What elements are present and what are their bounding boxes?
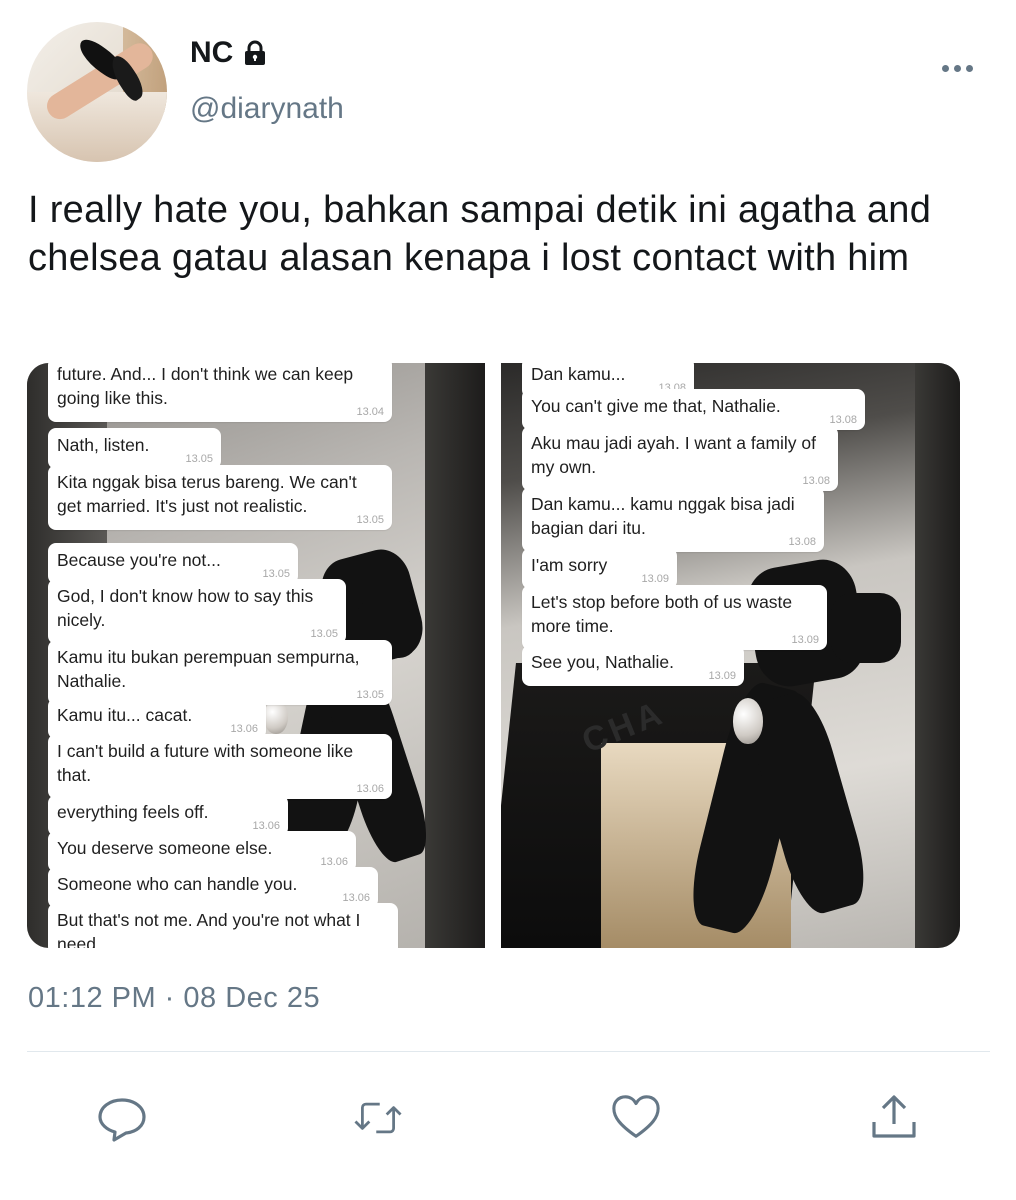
chat-message: Someone who can handle you. 13.06 [48, 867, 378, 908]
chat-message: Kamu itu bukan perempuan sempurna, Natha… [48, 640, 392, 705]
chat-message-text: Because you're not... [57, 550, 221, 570]
heart-icon[interactable] [610, 1092, 662, 1144]
user-handle[interactable]: @diarynath [190, 92, 344, 126]
chat-message-text: You can't give me that, Nathalie. [531, 396, 781, 416]
reply-icon[interactable] [96, 1092, 148, 1144]
chat-message-time: 13.05 [356, 514, 384, 526]
chat-message-time: 13.09 [791, 634, 819, 646]
chat-message-text: See you, Nathalie. [531, 652, 675, 672]
chat-message-text: God, I don't know how to say this nicely… [57, 586, 314, 630]
chat-message: Let's stop before both of us waste more … [522, 585, 827, 650]
chat-message: I can't build a future with someone like… [48, 734, 392, 799]
tweet-timestamp[interactable]: 01:12 PM · 08 Dec 25 [28, 982, 320, 1015]
chat-message-text: But that's not me. And you're not what I… [57, 910, 361, 948]
chat-screenshot-right[interactable]: CHA Dan kamu... 13.08 You can't give me th… [501, 363, 960, 948]
tweet-actions [0, 1092, 1016, 1144]
chat-message-text: Dan kamu... [531, 364, 626, 384]
chat-message: You can't give me that, Nathalie. 13.08 [522, 389, 865, 430]
chat-message: future. And... I don't think we can keep… [48, 363, 392, 422]
chat-message: Nath, listen. 13.05 [48, 428, 221, 469]
chat-message-text: Kita nggak bisa terus bareng. We can't g… [57, 472, 357, 516]
chat-message-time: 13.04 [356, 406, 384, 418]
chat-message-time: 13.08 [788, 536, 816, 548]
user-name-row[interactable]: NC [190, 36, 269, 70]
chat-message-text: everything feels off. [57, 802, 209, 822]
chat-message: You deserve someone else. 13.06 [48, 831, 356, 872]
chat-message-text: future. And... I don't think we can keep… [57, 364, 354, 408]
chat-message-time: 13.09 [708, 670, 736, 682]
chat-message-time: 13.08 [829, 414, 857, 426]
chat-message-text: You deserve someone else. [57, 838, 273, 858]
chat-message-text: Kamu itu... cacat. [57, 705, 193, 725]
lock-icon [241, 39, 269, 67]
chat-screenshot-left[interactable]: future. And... I don't think we can keep… [27, 363, 485, 948]
tweet-text: I really hate you, bahkan sampai detik i… [28, 189, 932, 279]
share-icon[interactable] [868, 1092, 920, 1144]
divider [27, 1051, 990, 1052]
chat-message-text: Let's stop before both of us waste more … [531, 592, 793, 636]
chat-message-time: 13.05 [356, 689, 384, 701]
chat-message: Kamu itu... cacat. 13.06 [48, 698, 266, 739]
chat-message: God, I don't know how to say this nicely… [48, 579, 346, 644]
chat-message: But that's not me. And you're not what I… [48, 903, 398, 948]
display-name[interactable]: NC [190, 36, 233, 70]
chat-message: I'am sorry 13.09 [522, 548, 677, 589]
chat-message-time: 13.05 [185, 453, 213, 465]
chat-message: Kita nggak bisa terus bareng. We can't g… [48, 465, 392, 530]
chat-message-time: 13.06 [356, 783, 384, 795]
retweet-icon[interactable] [352, 1092, 404, 1144]
chat-message-text: Someone who can handle you. [57, 874, 298, 894]
chat-message: Aku mau jadi ayah. I want a family of my… [522, 426, 838, 491]
chat-message: Dan kamu... kamu nggak bisa jadi bagian … [522, 487, 824, 552]
chat-message: Because you're not... 13.05 [48, 543, 298, 584]
chat-message-text: Nath, listen. [57, 435, 150, 455]
chat-message-time: 13.08 [802, 475, 830, 487]
more-options-icon[interactable] [942, 58, 976, 78]
chat-message-text: Aku mau jadi ayah. I want a family of my… [531, 433, 816, 477]
chat-message-time: 13.05 [310, 628, 338, 640]
tweet-media[interactable]: future. And... I don't think we can keep… [27, 363, 960, 948]
avatar[interactable] [27, 22, 167, 162]
chat-message-text: Dan kamu... kamu nggak bisa jadi bagian … [531, 494, 795, 538]
chat-message-text: Kamu itu bukan perempuan sempurna, Natha… [57, 647, 360, 691]
chat-message: everything feels off. 13.06 [48, 795, 288, 836]
chat-message-text: I can't build a future with someone like… [57, 741, 354, 785]
chat-message: See you, Nathalie. 13.09 [522, 645, 744, 686]
chat-message-time: 13.09 [641, 573, 669, 585]
chat-message-text: I'am sorry [531, 555, 608, 575]
